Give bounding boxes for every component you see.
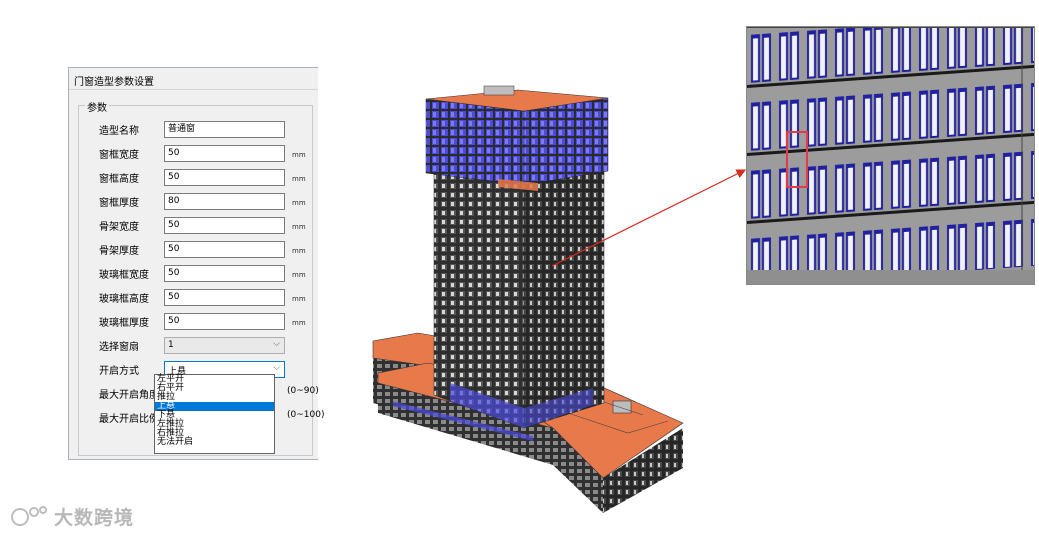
watermark-logo-icon — [11, 505, 47, 526]
facade-closeup — [747, 27, 1034, 284]
watermark: 大数跨境 — [10, 503, 134, 530]
window-detail-inset — [746, 26, 1035, 285]
watermark-text: 大数跨境 — [54, 507, 135, 529]
